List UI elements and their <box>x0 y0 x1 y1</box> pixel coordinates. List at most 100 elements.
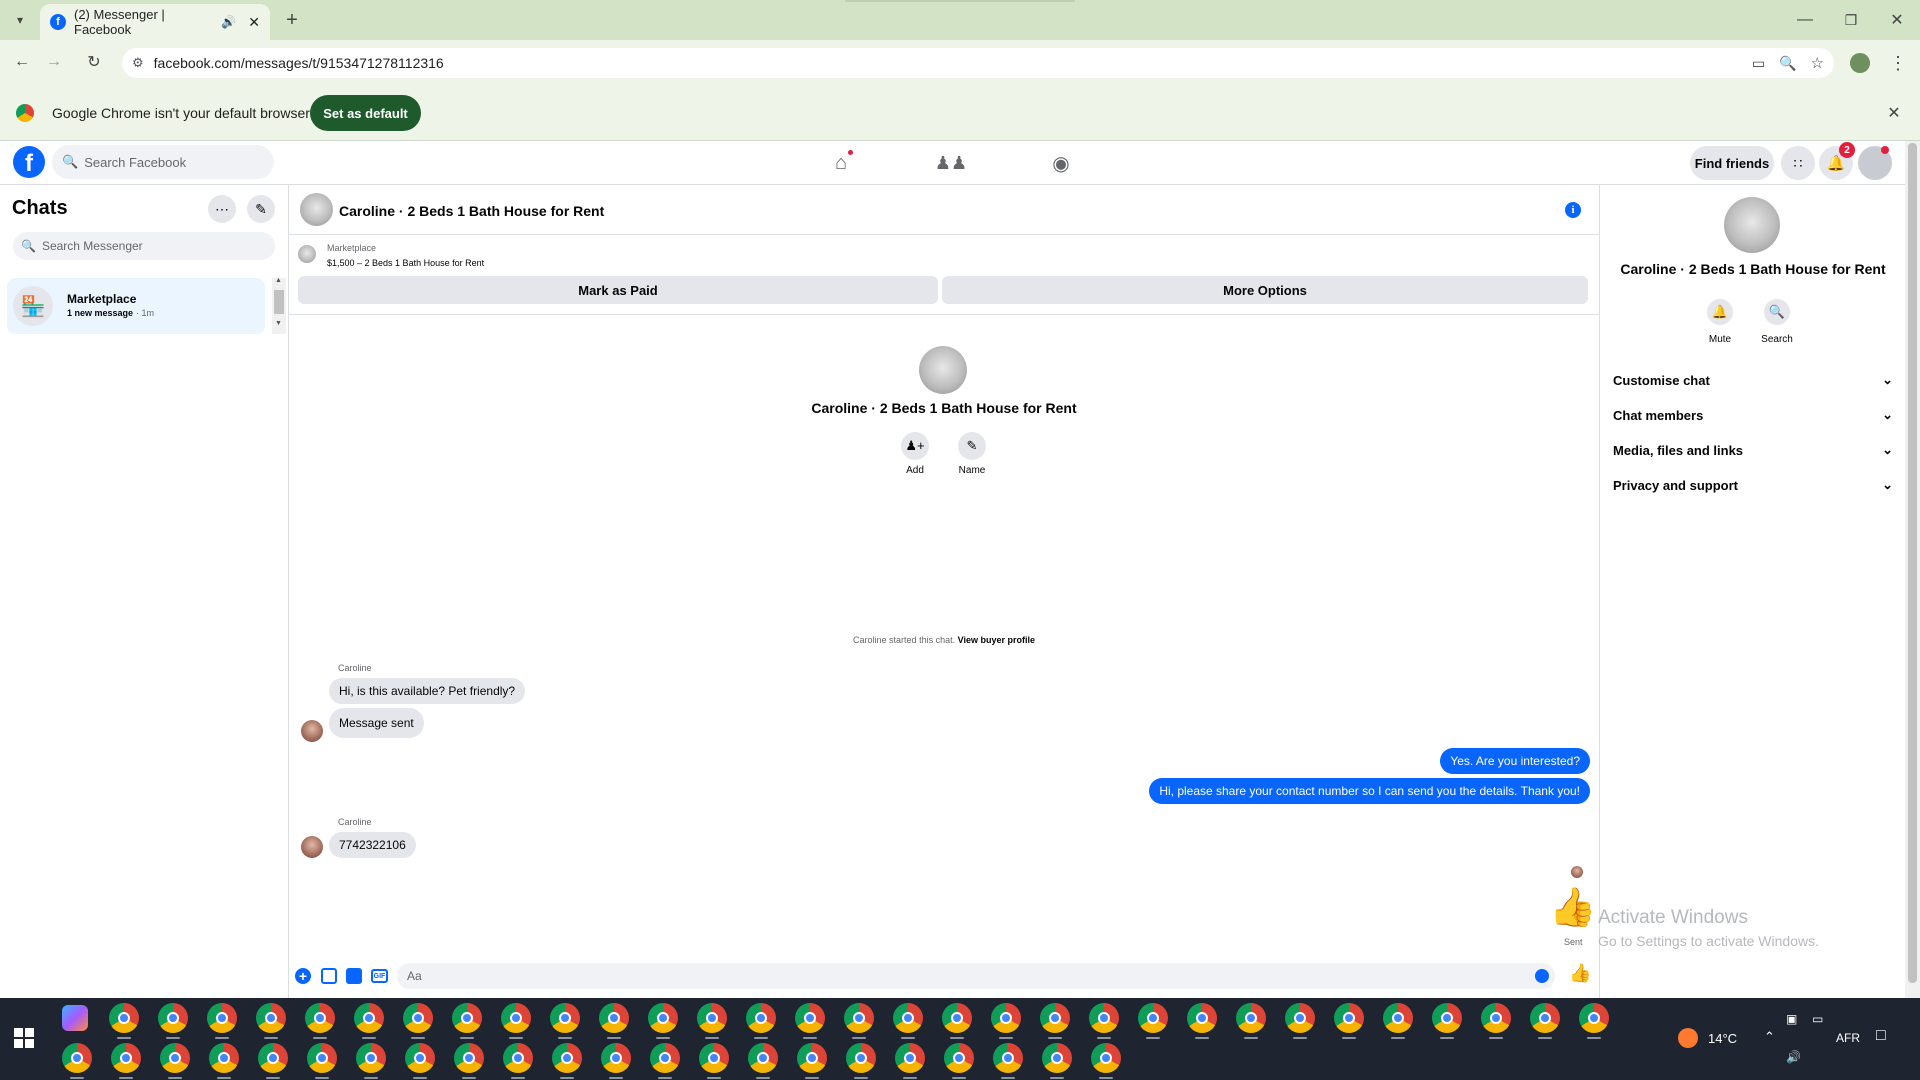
chrome-taskbar-icon[interactable] <box>1091 1043 1121 1079</box>
network-icon[interactable]: ▭ <box>1812 1012 1823 1026</box>
chrome-taskbar-icon[interactable] <box>1432 1003 1462 1039</box>
message-composer-input[interactable]: Aa <box>397 963 1555 989</box>
chrome-taskbar-icon[interactable] <box>795 1003 825 1039</box>
chrome-taskbar-icon[interactable] <box>503 1043 533 1079</box>
chrome-taskbar-icon[interactable] <box>599 1003 629 1039</box>
find-friends-button[interactable]: Find friends <box>1690 146 1774 180</box>
add-person-icon[interactable]: ♟+ <box>901 432 929 460</box>
more-actions-plus-icon[interactable]: + <box>295 968 311 984</box>
restore-icon[interactable]: ❐ <box>1836 8 1866 32</box>
chrome-taskbar-icon[interactable] <box>748 1043 778 1079</box>
friends-icon[interactable]: ♟♟ <box>935 149 967 177</box>
install-app-icon[interactable]: ▭ <box>1752 55 1765 72</box>
facebook-search-input[interactable]: 🔍 Search Facebook <box>52 145 274 179</box>
chrome-taskbar-icon[interactable] <box>452 1003 482 1039</box>
close-tab-icon[interactable]: ✕ <box>248 14 260 31</box>
reload-icon[interactable]: ↻ <box>82 50 106 74</box>
chrome-taskbar-icon[interactable] <box>207 1003 237 1039</box>
chrome-taskbar-icon[interactable] <box>1236 1003 1266 1039</box>
incoming-message-bubble[interactable]: Hi, is this available? Pet friendly? <box>329 678 526 704</box>
chrome-taskbar-icon[interactable] <box>991 1003 1021 1039</box>
new-message-icon[interactable]: ✎ <box>247 195 275 223</box>
chrome-taskbar-icon[interactable] <box>650 1043 680 1079</box>
page-scroll-thumb[interactable] <box>1908 143 1917 983</box>
notifications-center-icon[interactable]: □ <box>1876 1027 1886 1045</box>
sender-avatar[interactable] <box>301 720 323 742</box>
conversation-avatar[interactable] <box>300 193 333 226</box>
zoom-icon[interactable]: 🔍 <box>1779 55 1796 72</box>
volume-icon[interactable]: 🔊 <box>1786 1050 1801 1064</box>
chrome-taskbar-icon[interactable] <box>993 1043 1023 1079</box>
browser-tab[interactable]: f (2) Messenger | Facebook 🔊 ✕ <box>40 4 270 40</box>
chrome-taskbar-icon[interactable] <box>944 1043 974 1079</box>
chrome-taskbar-icon[interactable] <box>942 1003 972 1039</box>
attach-photo-icon[interactable] <box>321 968 337 984</box>
chrome-taskbar-icon[interactable] <box>501 1003 531 1039</box>
chat-list-scrollbar[interactable]: ▲ ▼ <box>272 277 286 334</box>
close-window-icon[interactable]: ✕ <box>1882 8 1912 32</box>
info-icon[interactable]: i <box>1565 202 1581 218</box>
chat-options-icon[interactable]: ⋯ <box>208 195 236 223</box>
send-like-thumbs-up-icon[interactable]: 👍 <box>1569 964 1591 982</box>
chrome-taskbar-icon[interactable] <box>746 1003 776 1039</box>
minimize-icon[interactable]: — <box>1790 8 1820 32</box>
scroll-thumb[interactable] <box>274 290 284 314</box>
chrome-taskbar-icon[interactable] <box>1530 1003 1560 1039</box>
chrome-taskbar-icon[interactable] <box>697 1003 727 1039</box>
search-messenger-input[interactable]: 🔍 Search Messenger <box>13 232 275 260</box>
chrome-taskbar-icon[interactable] <box>1481 1003 1511 1039</box>
view-buyer-profile-link[interactable]: View buyer profile <box>958 635 1035 645</box>
weather-icon[interactable] <box>1678 1028 1698 1048</box>
bookmark-star-icon[interactable]: ☆ <box>1811 54 1824 72</box>
chrome-taskbar-icon[interactable] <box>1383 1003 1413 1039</box>
temperature[interactable]: 14°C <box>1708 1031 1737 1046</box>
edit-name-pencil-icon[interactable]: ✎ <box>958 432 986 460</box>
chrome-taskbar-icon[interactable] <box>1040 1003 1070 1039</box>
facebook-logo-icon[interactable]: f <box>13 146 45 178</box>
chrome-taskbar-icon[interactable] <box>405 1043 435 1079</box>
listing-thumbnail[interactable] <box>298 245 316 263</box>
privacy-support-section[interactable]: Privacy and support ⌄ <box>1613 474 1893 496</box>
chrome-taskbar-icon[interactable] <box>550 1003 580 1039</box>
chrome-taskbar-icon[interactable] <box>797 1043 827 1079</box>
chrome-taskbar-icon[interactable] <box>209 1043 239 1079</box>
audio-playing-icon[interactable]: 🔊 <box>221 15 236 29</box>
chrome-taskbar-icon[interactable] <box>454 1043 484 1079</box>
chrome-taskbar-icon[interactable] <box>1042 1043 1072 1079</box>
close-infobar-icon[interactable]: ✕ <box>1883 102 1905 124</box>
chrome-taskbar-icon[interactable] <box>601 1043 631 1079</box>
conversation-title[interactable]: Caroline · 2 Beds 1 Bath House for Rent <box>339 203 604 219</box>
forward-icon[interactable]: → <box>42 50 66 74</box>
chrome-taskbar-icon[interactable] <box>356 1043 386 1079</box>
chrome-taskbar-icon[interactable] <box>256 1003 286 1039</box>
chrome-taskbar-icon[interactable] <box>844 1003 874 1039</box>
customise-chat-section[interactable]: Customise chat ⌄ <box>1613 369 1893 391</box>
chrome-taskbar-icon[interactable] <box>895 1043 925 1079</box>
address-bar[interactable]: ⚙ facebook.com/messages/t/91534712781123… <box>122 48 1834 78</box>
search-in-chat-icon[interactable]: 🔍 <box>1764 299 1790 325</box>
incoming-message-bubble[interactable]: Message sent <box>329 708 424 738</box>
gif-icon[interactable]: GIF <box>371 969 388 983</box>
sender-avatar[interactable] <box>301 836 323 858</box>
chrome-taskbar-icon[interactable] <box>1089 1003 1119 1039</box>
media-files-links-section[interactable]: Media, files and links ⌄ <box>1613 439 1893 461</box>
chrome-taskbar-icon[interactable] <box>846 1043 876 1079</box>
show-hidden-icons-chevron-icon[interactable]: ⌃ <box>1764 1029 1775 1045</box>
outgoing-message-bubble[interactable]: Yes. Are you interested? <box>1440 748 1590 774</box>
back-icon[interactable]: ← <box>10 50 34 74</box>
more-options-button[interactable]: More Options <box>942 276 1588 304</box>
chrome-taskbar-icon[interactable] <box>1334 1003 1364 1039</box>
page-scrollbar[interactable] <box>1905 141 1920 998</box>
mark-as-paid-button[interactable]: Mark as Paid <box>298 276 938 304</box>
incoming-message-bubble[interactable]: 7742322106 <box>329 832 416 858</box>
chat-list-item[interactable]: 🏪 Marketplace 1 new message · 1m <box>7 278 265 334</box>
chrome-taskbar-icon[interactable] <box>62 1043 92 1079</box>
chrome-taskbar-icon[interactable] <box>307 1043 337 1079</box>
chrome-taskbar-icon[interactable] <box>403 1003 433 1039</box>
new-tab-icon[interactable]: + <box>280 8 304 32</box>
mute-bell-icon[interactable]: 🔔 <box>1707 299 1733 325</box>
chrome-taskbar-icon[interactable] <box>552 1043 582 1079</box>
profile-avatar-icon[interactable] <box>1850 53 1870 73</box>
input-language[interactable]: AFR <box>1836 1031 1860 1045</box>
chrome-taskbar-icon[interactable] <box>893 1003 923 1039</box>
